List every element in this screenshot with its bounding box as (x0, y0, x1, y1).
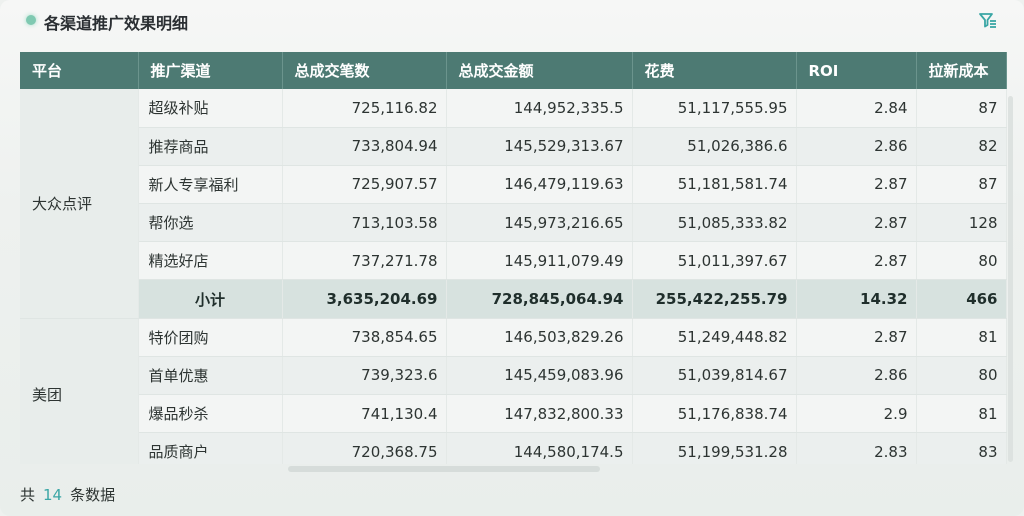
subtotal-row: 小计 3,635,204.69 728,845,064.94 255,422,2… (20, 279, 1007, 319)
subtotal-orders-cell: 3,635,204.69 (282, 279, 447, 319)
table-row: 爆品秒杀 741,130.4 147,832,800.33 51,176,838… (20, 394, 1007, 434)
amount-cell: 146,503,829.26 (446, 318, 633, 357)
subtotal-cost-cell: 255,422,255.79 (632, 279, 797, 319)
orders-cell: 725,907.57 (282, 165, 447, 205)
table-header-row: 平台 推广渠道 总成交笔数 总成交金额 花费 ROI 拉新成本 (20, 52, 1007, 89)
subtotal-roi-cell: 14.32 (796, 279, 917, 319)
roi-cell: 2.87 (796, 165, 917, 205)
cost-cell: 51,085,333.82 (632, 203, 797, 243)
channel-cell: 首单优惠 (138, 356, 283, 396)
orders-cell: 725,116.82 (282, 89, 447, 128)
orders-cell: 713,103.58 (282, 203, 447, 243)
orders-cell: 733,804.94 (282, 127, 447, 166)
channel-cell: 推荐商品 (138, 127, 283, 166)
horizontal-scrollbar[interactable] (288, 466, 600, 472)
panel-title: 各渠道推广效果明细 (44, 14, 189, 33)
amount-cell: 147,832,800.33 (446, 394, 633, 434)
amount-cell: 145,459,083.96 (446, 356, 633, 396)
roi-cell: 2.84 (796, 89, 917, 128)
roi-cell: 2.86 (796, 127, 917, 166)
orders-cell: 720,368.75 (282, 432, 447, 464)
subtotal-amount-cell: 728,845,064.94 (446, 279, 633, 319)
orders-cell: 738,854.65 (282, 318, 447, 357)
column-header-platform[interactable]: 平台 (20, 52, 139, 89)
amount-cell: 145,973,216.65 (446, 203, 633, 243)
platform-cell: 美团 (20, 318, 139, 464)
roi-cell: 2.87 (796, 318, 917, 357)
panel: 各渠道推广效果明细 平台 推广渠道 总成交笔数 总成交金额 花费 ROI 拉新成… (0, 0, 1024, 516)
column-header-total-amount[interactable]: 总成交金额 (446, 52, 633, 89)
acquisition-cost-cell: 82 (916, 127, 1007, 166)
channel-cell: 品质商户 (138, 432, 283, 464)
panel-header: 各渠道推广效果明细 (0, 0, 1024, 42)
table-row: 推荐商品 733,804.94 145,529,313.67 51,026,38… (20, 127, 1007, 166)
cost-cell: 51,176,838.74 (632, 394, 797, 434)
roi-cell: 2.87 (796, 241, 917, 281)
orders-cell: 741,130.4 (282, 394, 447, 434)
cost-cell: 51,011,397.67 (632, 241, 797, 281)
channel-cell: 特价团购 (138, 318, 283, 357)
record-count-prefix: 共 (20, 486, 36, 504)
amount-cell: 144,580,174.5 (446, 432, 633, 464)
acquisition-cost-cell: 81 (916, 318, 1007, 357)
cost-cell: 51,117,555.95 (632, 89, 797, 128)
orders-cell: 739,323.6 (282, 356, 447, 396)
subtotal-label: 小计 (138, 279, 283, 319)
acquisition-cost-cell: 128 (916, 203, 1007, 243)
record-count-suffix: 条数据 (70, 486, 116, 504)
channel-cell: 新人专享福利 (138, 165, 283, 205)
column-header-roi[interactable]: ROI (796, 52, 917, 89)
amount-cell: 145,529,313.67 (446, 127, 633, 166)
cost-cell: 51,039,814.67 (632, 356, 797, 396)
record-count-value: 14 (43, 486, 63, 504)
roi-cell: 2.87 (796, 203, 917, 243)
record-count: 共 14 条数据 (20, 484, 115, 505)
acquisition-cost-cell: 80 (916, 241, 1007, 281)
amount-cell: 144,952,335.5 (446, 89, 633, 128)
filter-icon[interactable] (978, 10, 998, 30)
table-row: 首单优惠 739,323.6 145,459,083.96 51,039,814… (20, 356, 1007, 396)
column-header-cost[interactable]: 花费 (632, 52, 797, 89)
acquisition-cost-cell: 80 (916, 356, 1007, 396)
roi-cell: 2.9 (796, 394, 917, 434)
table-row: 美团 特价团购 738,854.65 146,503,829.26 51,249… (20, 318, 1007, 464)
acquisition-cost-cell: 87 (916, 165, 1007, 205)
channel-cell: 帮你选 (138, 203, 283, 243)
vertical-scrollbar[interactable] (1008, 96, 1013, 462)
orders-cell: 737,271.78 (282, 241, 447, 281)
cost-cell: 51,249,448.82 (632, 318, 797, 357)
table-row: 新人专享福利 725,907.57 146,479,119.63 51,181,… (20, 165, 1007, 205)
column-header-acquisition-cost[interactable]: 拉新成本 (916, 52, 1007, 89)
acquisition-cost-cell: 83 (916, 432, 1007, 464)
table-row: 帮你选 713,103.58 145,973,216.65 51,085,333… (20, 203, 1007, 243)
subtotal-acquisition-cost-cell: 466 (916, 279, 1007, 319)
cost-cell: 51,199,531.28 (632, 432, 797, 464)
data-table: 平台 推广渠道 总成交笔数 总成交金额 花费 ROI 拉新成本 大众点评 超级补… (20, 52, 1007, 464)
column-header-channel[interactable]: 推广渠道 (138, 52, 283, 89)
cost-cell: 51,026,386.6 (632, 127, 797, 166)
table-row: 大众点评 超级补贴 725,116.82 144,952,335.5 51,11… (20, 89, 1007, 319)
platform-cell: 大众点评 (20, 89, 139, 319)
amount-cell: 145,911,079.49 (446, 241, 633, 281)
cost-cell: 51,181,581.74 (632, 165, 797, 205)
channel-cell: 爆品秒杀 (138, 394, 283, 434)
channel-cell: 精选好店 (138, 241, 283, 281)
channel-cell: 超级补贴 (138, 89, 283, 128)
roi-cell: 2.86 (796, 356, 917, 396)
acquisition-cost-cell: 81 (916, 394, 1007, 434)
roi-cell: 2.83 (796, 432, 917, 464)
table-row: 品质商户 720,368.75 144,580,174.5 51,199,531… (20, 432, 1007, 464)
acquisition-cost-cell: 87 (916, 89, 1007, 128)
table-row: 精选好店 737,271.78 145,911,079.49 51,011,39… (20, 241, 1007, 281)
column-header-total-orders[interactable]: 总成交笔数 (282, 52, 447, 89)
title-dot-icon (26, 15, 36, 25)
data-table-container[interactable]: 平台 推广渠道 总成交笔数 总成交金额 花费 ROI 拉新成本 大众点评 超级补… (20, 52, 1007, 464)
amount-cell: 146,479,119.63 (446, 165, 633, 205)
